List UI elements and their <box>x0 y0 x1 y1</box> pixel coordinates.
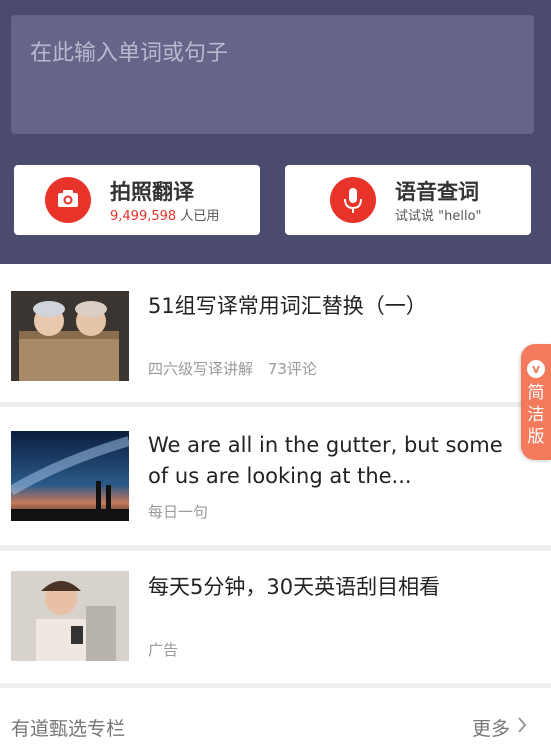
feed-item[interactable]: We are all in the gutter, but some of us… <box>0 407 551 545</box>
section-title: 有道甄选专栏 <box>11 718 126 740</box>
feed-meta: 每日一句 <box>148 501 208 522</box>
simple-mode-label: 简洁版 <box>527 383 545 447</box>
usage-count: 9,499,598 <box>110 209 177 224</box>
ad-photo <box>11 571 129 661</box>
feed-meta: 广告 <box>148 639 178 660</box>
section-header: 有道甄选专栏 更多 <box>0 688 551 750</box>
feed-meta: 四六级写译讲解 73评论 <box>148 358 317 379</box>
photo-translate-usage: 9,499,598 人已用 <box>110 205 219 224</box>
v-badge-icon: v <box>527 360 545 378</box>
babies-photo <box>11 291 129 381</box>
usage-suffix: 人已用 <box>180 209 220 224</box>
feed-comments: 73评论 <box>267 360 317 378</box>
search-input[interactable]: 在此输入单词或句子 <box>11 15 534 134</box>
camera-icon <box>45 177 91 223</box>
search-placeholder: 在此输入单词或句子 <box>30 41 229 66</box>
photo-translate-label: 拍照翻译 <box>110 180 194 204</box>
photo-translate-button[interactable]: 拍照翻译 9,499,598 人已用 <box>14 165 260 235</box>
simple-mode-tab[interactable]: v 简洁版 <box>521 344 551 460</box>
chevron-right-icon[interactable] <box>517 717 527 733</box>
header: 在此输入单词或句子 拍照翻译 9,499,598 人已用 语音查词 试试说 "h… <box>0 0 551 264</box>
feed-item[interactable]: 51组写译常用词汇替换（一） 四六级写译讲解 73评论 <box>0 264 551 402</box>
voice-lookup-button[interactable]: 语音查词 试试说 "hello" <box>285 165 531 235</box>
microphone-icon <box>330 177 376 223</box>
voice-lookup-label: 语音查词 <box>395 180 479 204</box>
feed-title: We are all in the gutter, but some of us… <box>148 433 503 488</box>
milky-way-photo <box>11 431 129 521</box>
feed-title: 每天5分钟，30天英语刮目相看 <box>148 575 441 599</box>
feed-title: 51组写译常用词汇替换（一） <box>148 294 427 318</box>
more-link[interactable]: 更多 <box>472 714 510 741</box>
feed-item[interactable]: 每天5分钟，30天英语刮目相看 广告 <box>0 551 551 683</box>
voice-lookup-hint: 试试说 "hello" <box>395 209 482 224</box>
feed-tag: 广告 <box>148 641 179 659</box>
feed-tag: 四六级写译讲解 <box>148 360 254 378</box>
feed-tag: 每日一句 <box>148 503 209 521</box>
